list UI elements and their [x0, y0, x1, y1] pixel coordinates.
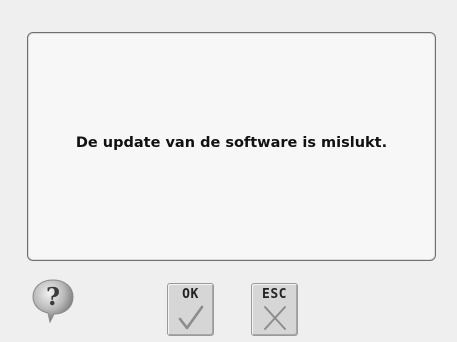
- ok-button[interactable]: OK: [167, 283, 214, 336]
- esc-button[interactable]: ESC: [251, 283, 298, 336]
- x-mark-icon: [260, 304, 290, 332]
- ok-button-label: OK: [182, 287, 199, 302]
- help-button[interactable]: ?: [28, 274, 78, 324]
- checkmark-icon: [176, 304, 206, 332]
- esc-button-label: ESC: [262, 287, 287, 302]
- error-message: De update van de software is mislukt.: [75, 134, 388, 151]
- update-failed-screen: { "dialog": { "message": "De update van …: [0, 0, 457, 342]
- message-panel: De update van de software is mislukt.: [27, 32, 436, 261]
- question-mark-icon: ?: [32, 279, 74, 324]
- svg-text:?: ?: [46, 282, 60, 311]
